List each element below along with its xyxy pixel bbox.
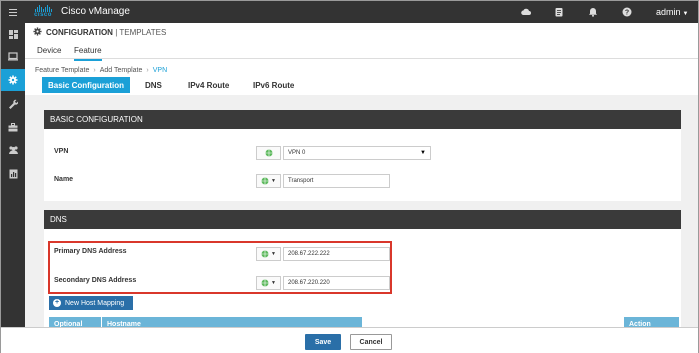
sidebar-item-configuration[interactable] — [1, 69, 25, 91]
svg-text:?: ? — [625, 9, 629, 16]
cisco-logo: cisco — [30, 4, 56, 20]
sidebar-item-administration[interactable] — [1, 139, 25, 161]
sidebar-item-tools[interactable] — [1, 93, 25, 115]
bell-icon[interactable] — [588, 7, 598, 17]
breadcrumb-current: VPN — [152, 67, 168, 74]
breadcrumb-separator: › — [146, 67, 149, 74]
users-icon — [8, 146, 18, 154]
breadcrumb: Feature Template › Add Template › VPN — [35, 67, 167, 74]
vpn-select[interactable]: VPN 0 ▼ — [283, 146, 431, 160]
breadcrumb-feature-template[interactable]: Feature Template — [35, 67, 89, 74]
wrench-icon — [9, 99, 18, 109]
subtab-ipv6-route[interactable]: IPv6 Route — [247, 77, 300, 93]
toolbox-icon — [8, 122, 18, 131]
tab-feature[interactable]: Feature — [74, 46, 102, 61]
top-bar: cisco Cisco vManage ? admin ▼ — [1, 1, 698, 23]
section-heading-basic: BASIC CONFIGURATION — [44, 110, 681, 129]
globe-icon — [265, 149, 272, 157]
section-tabs: Basic Configuration DNS IPv4 Route IPv6 … — [25, 77, 698, 95]
chevron-down-icon: ▼ — [682, 11, 689, 17]
name-scope-button[interactable]: ▼ — [256, 174, 281, 188]
template-tabs: Device Feature — [25, 41, 698, 61]
name-label: Name — [54, 176, 74, 183]
monitor-icon — [8, 51, 18, 60]
config-header: CONFIGURATION | TEMPLATES — [25, 23, 698, 41]
cisco-logo-word: cisco — [34, 12, 52, 18]
cancel-button[interactable]: Cancel — [350, 334, 392, 350]
sidebar-item-maintenance[interactable] — [1, 116, 25, 138]
vpn-label: VPN — [54, 148, 69, 155]
sidebar-item-monitor[interactable] — [1, 45, 25, 67]
dns-highlight-box — [48, 241, 392, 294]
app-title: Cisco vManage — [61, 6, 130, 17]
tab-device[interactable]: Device — [37, 46, 61, 55]
clipboard-icon[interactable] — [554, 7, 564, 17]
gear-icon — [8, 75, 18, 85]
page-title: CONFIGURATION | TEMPLATES — [46, 28, 166, 37]
sidebar-item-analytics[interactable] — [1, 163, 25, 185]
subtab-dns[interactable]: DNS — [139, 77, 168, 93]
chevron-down-icon: ▼ — [271, 178, 276, 184]
section-heading-dns: DNS — [44, 210, 681, 229]
analytics-icon — [9, 169, 17, 179]
save-button[interactable]: Save — [305, 334, 341, 350]
page-title-main: CONFIGURATION — [46, 28, 113, 37]
basic-configuration-section: BASIC CONFIGURATION VPN VPN 0 ▼ Name ▼ T… — [44, 110, 681, 201]
breadcrumb-separator: › — [93, 67, 96, 74]
subtab-basic-configuration[interactable]: Basic Configuration — [42, 77, 131, 93]
breadcrumb-add-template[interactable]: Add Template — [100, 67, 143, 74]
cloud-icon[interactable] — [521, 7, 531, 17]
chevron-down-icon: ▼ — [420, 150, 426, 156]
vpn-select-value: VPN 0 — [288, 150, 306, 156]
user-name: admin — [656, 7, 681, 17]
globe-icon — [261, 177, 269, 185]
new-host-mapping-label: New Host Mapping — [65, 299, 125, 307]
footer-bar: Save Cancel — [1, 327, 698, 353]
dashboard-icon — [8, 29, 18, 39]
sidebar-item-dashboard[interactable] — [1, 23, 25, 45]
help-icon[interactable]: ? — [622, 7, 632, 17]
menu-icon[interactable] — [1, 1, 25, 23]
gear-icon — [33, 27, 42, 36]
name-input[interactable]: Transport — [283, 174, 390, 188]
new-host-mapping-button[interactable]: + New Host Mapping — [49, 296, 133, 310]
subtab-ipv4-route[interactable]: IPv4 Route — [182, 77, 235, 93]
page-title-sub: | TEMPLATES — [115, 28, 167, 37]
plus-icon: + — [53, 299, 61, 307]
user-menu[interactable]: admin ▼ — [656, 7, 688, 17]
sidebar — [1, 23, 25, 353]
vpn-scope-button[interactable] — [256, 146, 281, 160]
